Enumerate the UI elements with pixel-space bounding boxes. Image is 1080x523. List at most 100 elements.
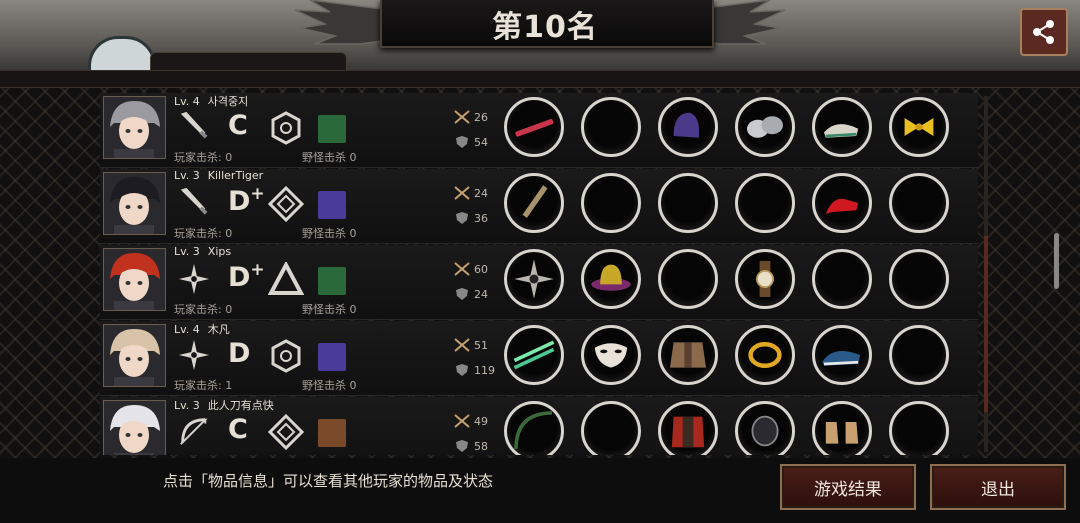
white-mask-icon <box>594 343 628 368</box>
diamond-rune-icon <box>268 414 304 450</box>
purple-hat-slot[interactable] <box>581 249 641 309</box>
player-row[interactable]: Lv. 4 사격중지 C 玩家击杀: 0 野怪击杀 0 26 54 <box>100 93 978 168</box>
page-scroll-indicator <box>1054 233 1059 289</box>
player-avatar[interactable] <box>103 248 166 311</box>
player-level-name: Lv. 3 Xips <box>174 245 231 258</box>
attack-stat: 26 <box>454 110 488 124</box>
red-rifle-icon <box>515 119 554 137</box>
purple-helmet-icon <box>673 112 700 138</box>
consumable-item-icon[interactable] <box>318 115 346 143</box>
red-heels-slot[interactable] <box>812 173 872 233</box>
empty-item-slot[interactable] <box>658 249 718 309</box>
monster-kills: 野怪击杀 0 <box>302 379 357 392</box>
bow-item-slot[interactable] <box>504 401 564 455</box>
shield-icon <box>456 288 468 300</box>
monster-kills: 野怪击杀 0 <box>302 227 357 240</box>
player-grade: C <box>228 414 248 445</box>
player-level-name: Lv. 4 사격중지 <box>174 93 248 109</box>
empty-item-slot[interactable] <box>581 173 641 233</box>
list-scrollbar-thumb[interactable] <box>984 236 988 412</box>
wristwatch-slot[interactable] <box>735 249 795 309</box>
empty-item-slot[interactable] <box>889 325 949 385</box>
gold-ribbon-icon <box>904 118 934 136</box>
crossed-swords-icon <box>454 262 470 276</box>
red-armor-slot[interactable] <box>658 401 718 455</box>
consumable-item-icon[interactable] <box>318 267 346 295</box>
white-mask-slot[interactable] <box>581 325 641 385</box>
red-armor-icon <box>671 416 705 448</box>
player-avatar[interactable] <box>103 400 166 455</box>
shuriken-item-icon <box>514 259 554 299</box>
green-shoes-slot[interactable] <box>812 97 872 157</box>
tan-boots-slot[interactable] <box>812 401 872 455</box>
attack-stat: 60 <box>454 262 488 276</box>
empty-item-slot[interactable] <box>581 401 641 455</box>
consumable-item-icon[interactable] <box>318 343 346 371</box>
shuriken-icon <box>178 339 210 371</box>
player-row[interactable]: Lv. 4 木凡 D 玩家击杀: 1 野怪击杀 0 51 119 <box>100 321 978 396</box>
dagger-slot[interactable] <box>504 173 564 233</box>
player-avatar[interactable] <box>103 96 166 159</box>
player-row[interactable]: Lv. 3 Xips D+ 玩家击杀: 0 野怪击杀 0 60 24 <box>100 245 978 320</box>
player-name: KillerTiger <box>207 169 264 182</box>
attack-stat: 24 <box>454 186 488 200</box>
leather-armor-slot[interactable] <box>658 325 718 385</box>
player-row[interactable]: Lv. 3 此人刀有点快 C 玩家击杀: 0 野怪击杀 0 49 58 <box>100 397 978 455</box>
crossed-swords-icon <box>454 414 470 428</box>
red-heels-icon <box>825 198 859 214</box>
twin-green-blades-icon <box>513 340 555 370</box>
player-name: Xips <box>207 245 232 258</box>
empty-item-slot[interactable] <box>658 173 718 233</box>
blue-sneakers-slot[interactable] <box>812 325 872 385</box>
exit-button[interactable]: 退出 <box>930 464 1066 510</box>
hexagon-rune-icon <box>271 339 301 373</box>
knife-icon <box>180 111 208 139</box>
purple-helmet-slot[interactable] <box>658 97 718 157</box>
crossed-swords-icon <box>454 110 470 124</box>
player-kills: 玩家击杀: 0 <box>174 303 233 316</box>
player-kills: 玩家击杀: 1 <box>174 379 233 392</box>
info-hint-text: 点击「物品信息」可以查看其他玩家的物品及状态 <box>163 472 494 490</box>
player-row[interactable]: Lv. 3 KillerTiger D+ 玩家击杀: 0 野怪击杀 0 24 36 <box>100 169 978 244</box>
red-rifle-slot[interactable] <box>504 97 564 157</box>
player-grade: D+ <box>228 260 265 293</box>
defense-stat: 36 <box>454 211 488 225</box>
empty-item-slot[interactable] <box>889 173 949 233</box>
defense-stat: 119 <box>454 363 495 377</box>
empty-item-slot[interactable] <box>889 249 949 309</box>
gold-bracelet-icon <box>748 341 782 369</box>
attack-stat: 49 <box>454 414 488 428</box>
empty-item-slot[interactable] <box>889 401 949 455</box>
consumable-item-icon[interactable] <box>318 191 346 219</box>
player-grade: D+ <box>228 184 265 217</box>
black-gauntlet-slot[interactable] <box>735 401 795 455</box>
shield-icon <box>456 212 468 224</box>
player-avatar[interactable] <box>103 324 166 387</box>
player-grade: C <box>228 110 248 141</box>
defense-stat: 58 <box>454 439 488 453</box>
gold-ribbon-slot[interactable] <box>889 97 949 157</box>
player-avatar[interactable] <box>103 172 166 235</box>
share-button[interactable] <box>1020 8 1068 56</box>
silver-gauntlet-slot[interactable] <box>735 97 795 157</box>
shuriken-icon <box>178 263 210 295</box>
gold-bracelet-slot[interactable] <box>735 325 795 385</box>
crossed-swords-icon <box>454 186 470 200</box>
bow-icon <box>180 418 208 445</box>
empty-item-slot[interactable] <box>735 173 795 233</box>
consumable-item-icon[interactable] <box>318 419 346 447</box>
empty-item-slot[interactable] <box>581 97 641 157</box>
footer-bar <box>0 458 1080 523</box>
player-level-name: Lv. 3 KillerTiger <box>174 169 263 182</box>
silver-gauntlet-icon <box>747 116 783 138</box>
knife-icon <box>180 187 208 215</box>
shuriken-item-slot[interactable] <box>504 249 564 309</box>
empty-item-slot[interactable] <box>812 249 872 309</box>
twin-green-blades-slot[interactable] <box>504 325 564 385</box>
player-kills: 玩家击杀: 0 <box>174 151 233 164</box>
player-list[interactable]: Lv. 4 사격중지 C 玩家击杀: 0 野怪击杀 0 26 54 Lv. 3 KillerTi… <box>100 93 978 455</box>
game-results-button[interactable]: 游戏结果 <box>780 464 916 510</box>
crossed-swords-icon <box>454 338 470 352</box>
purple-hat-icon <box>591 264 631 291</box>
player-level-name: Lv. 4 木凡 <box>174 321 230 337</box>
